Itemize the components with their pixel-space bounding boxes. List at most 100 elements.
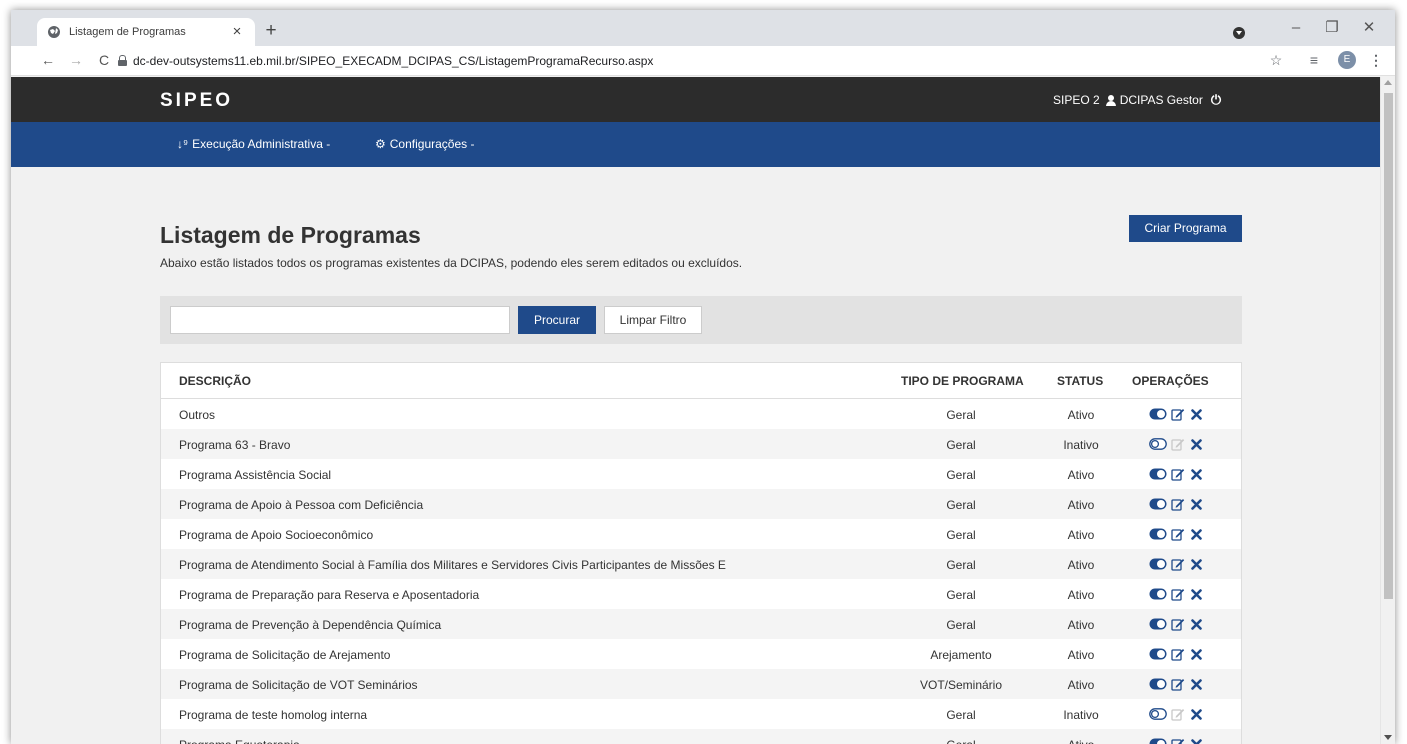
- toggle-on-icon[interactable]: [1149, 468, 1167, 480]
- power-icon[interactable]: ⏻: [1211, 92, 1221, 108]
- row-operations: [1149, 737, 1202, 744]
- toggle-on-icon[interactable]: [1149, 528, 1167, 540]
- edit-icon[interactable]: [1171, 617, 1185, 631]
- table-row: Programa de Preparação para Reserva e Ap…: [161, 579, 1241, 609]
- forward-icon[interactable]: →: [67, 52, 85, 68]
- toggle-on-icon[interactable]: [1149, 588, 1167, 600]
- cell-tipo: Geral: [946, 558, 976, 572]
- browser-tab[interactable]: Listagem de Programas ×: [37, 18, 255, 46]
- delete-icon[interactable]: [1191, 528, 1202, 540]
- reload-icon[interactable]: C: [95, 52, 113, 68]
- cell-descricao: Programa de teste homolog interna: [179, 708, 368, 722]
- edit-icon[interactable]: [1171, 557, 1185, 571]
- vertical-scrollbar[interactable]: [1380, 77, 1395, 744]
- user-icon: [1105, 94, 1116, 106]
- cell-status: Ativo: [1067, 498, 1095, 512]
- cell-descricao: Programa Assistência Social: [179, 468, 332, 482]
- menu-execucao-administrativa[interactable]: ↓⁹ Execução Administrativa -: [177, 137, 330, 151]
- clear-filter-button[interactable]: Limpar Filtro: [604, 306, 702, 334]
- search-button[interactable]: Procurar: [518, 306, 596, 334]
- filter-bar: Procurar Limpar Filtro: [160, 296, 1242, 344]
- sipeo-logo[interactable]: SIPEO: [160, 90, 233, 112]
- cell-tipo: Geral: [881, 738, 1041, 744]
- cell-descricao: Programa de Apoio à Pessoa com Deficiênc…: [179, 498, 424, 512]
- menu-configuracoes[interactable]: ⚙ Configurações -: [375, 137, 475, 151]
- browser-window: Listagem de Programas × + – ❐ ✕ ← → C dc…: [11, 10, 1395, 744]
- edit-icon[interactable]: [1171, 677, 1185, 691]
- toggle-on-icon[interactable]: [1149, 408, 1167, 420]
- user-name[interactable]: DCIPAS Gestor: [1120, 93, 1203, 107]
- cell-tipo: Arejamento: [930, 648, 992, 662]
- edit-icon[interactable]: [1171, 737, 1185, 744]
- table-row: Outros Geral Ativo: [161, 399, 1241, 429]
- cell-status: Ativo: [1067, 618, 1095, 632]
- row-operations: [1149, 677, 1202, 691]
- table-row: Programa de teste homolog interna Geral In…: [161, 699, 1241, 729]
- delete-icon[interactable]: [1191, 678, 1202, 690]
- delete-icon[interactable]: [1191, 558, 1202, 570]
- delete-icon[interactable]: [1191, 738, 1202, 744]
- cell-tipo: Geral: [946, 408, 976, 422]
- scrollbar-thumb[interactable]: [1384, 93, 1393, 599]
- edit-icon[interactable]: [1171, 497, 1185, 511]
- row-operations: [1149, 707, 1202, 721]
- cell-status: Ativo: [1067, 678, 1095, 692]
- toggle-on-icon[interactable]: [1149, 738, 1167, 744]
- edit-icon[interactable]: [1171, 467, 1185, 481]
- edit-icon[interactable]: [1171, 587, 1185, 601]
- delete-icon[interactable]: [1191, 618, 1202, 630]
- cell-descricao: Programa de Atendimento Social à Família…: [179, 558, 726, 572]
- cell-descricao: Programa de Prevenção à Dependência Quím…: [179, 618, 442, 632]
- scroll-down-icon[interactable]: [1384, 735, 1392, 740]
- reading-list-icon[interactable]: ≡: [1305, 52, 1323, 68]
- cogs-icon: ⚙: [375, 137, 386, 151]
- edit-icon[interactable]: [1171, 407, 1185, 421]
- cell-descricao: Programa de Preparação para Reserva e Ap…: [179, 588, 480, 602]
- url-field[interactable]: dc-dev-outsystems11.eb.mil.br/SIPEO_EXEC…: [133, 54, 653, 68]
- cell-status: Ativo: [1067, 648, 1095, 662]
- delete-icon[interactable]: [1191, 498, 1202, 510]
- delete-icon[interactable]: [1191, 708, 1202, 720]
- new-tab-button[interactable]: +: [261, 21, 281, 41]
- toggle-on-icon[interactable]: [1149, 678, 1167, 690]
- cell-descricao: Outros: [179, 408, 216, 422]
- create-program-button[interactable]: Criar Programa: [1129, 215, 1242, 242]
- delete-icon[interactable]: [1191, 408, 1202, 420]
- tab-title: Listagem de Programas: [69, 26, 186, 38]
- maximize-icon[interactable]: ❐: [1322, 20, 1342, 36]
- menu-icon[interactable]: ⋮: [1367, 52, 1385, 68]
- toggle-on-icon[interactable]: [1149, 558, 1167, 570]
- cell-tipo: Geral: [946, 708, 976, 722]
- delete-icon[interactable]: [1191, 648, 1202, 660]
- profile-indicator-icon[interactable]: [1233, 27, 1245, 39]
- toggle-on-icon[interactable]: [1149, 618, 1167, 630]
- cell-status: Ativo: [1046, 738, 1116, 744]
- avatar[interactable]: E: [1338, 51, 1356, 69]
- column-header-tipo: TIPO DE PROGRAMA: [901, 374, 1024, 388]
- row-operations: [1149, 497, 1202, 511]
- programs-table: DESCRIÇÃO TIPO DE PROGRAMA STATUS OPERAÇ…: [160, 362, 1242, 744]
- toggle-off-icon[interactable]: [1149, 708, 1167, 720]
- cell-tipo: Geral: [946, 618, 976, 632]
- toggle-off-icon[interactable]: [1149, 438, 1167, 450]
- back-icon[interactable]: ←: [39, 52, 57, 68]
- cell-tipo: VOT/Seminário: [919, 678, 1003, 692]
- search-input[interactable]: [170, 306, 510, 334]
- delete-icon[interactable]: [1191, 588, 1202, 600]
- toggle-on-icon[interactable]: [1149, 498, 1167, 510]
- address-bar-row: ← → C dc-dev-outsystems11.eb.mil.br/SIPE…: [11, 46, 1395, 76]
- edit-icon[interactable]: [1171, 647, 1185, 661]
- row-operations: [1149, 437, 1202, 451]
- tab-close-icon[interactable]: ×: [229, 24, 245, 40]
- toggle-on-icon[interactable]: [1149, 648, 1167, 660]
- page-viewport: SIPEO SIPEO 2 DCIPAS Gestor ⏻ ↓⁹ Execuçã…: [11, 77, 1395, 744]
- delete-icon[interactable]: [1191, 468, 1202, 480]
- scroll-up-icon[interactable]: [1384, 80, 1392, 85]
- table-row: Programa de Apoio Socioeconômico Geral Ati…: [161, 519, 1241, 549]
- edit-icon[interactable]: [1171, 527, 1185, 541]
- close-window-icon[interactable]: ✕: [1359, 20, 1379, 36]
- delete-icon[interactable]: [1191, 438, 1202, 450]
- star-icon[interactable]: ☆: [1267, 52, 1285, 68]
- minimize-icon[interactable]: –: [1286, 20, 1306, 36]
- globe-icon: [47, 25, 61, 39]
